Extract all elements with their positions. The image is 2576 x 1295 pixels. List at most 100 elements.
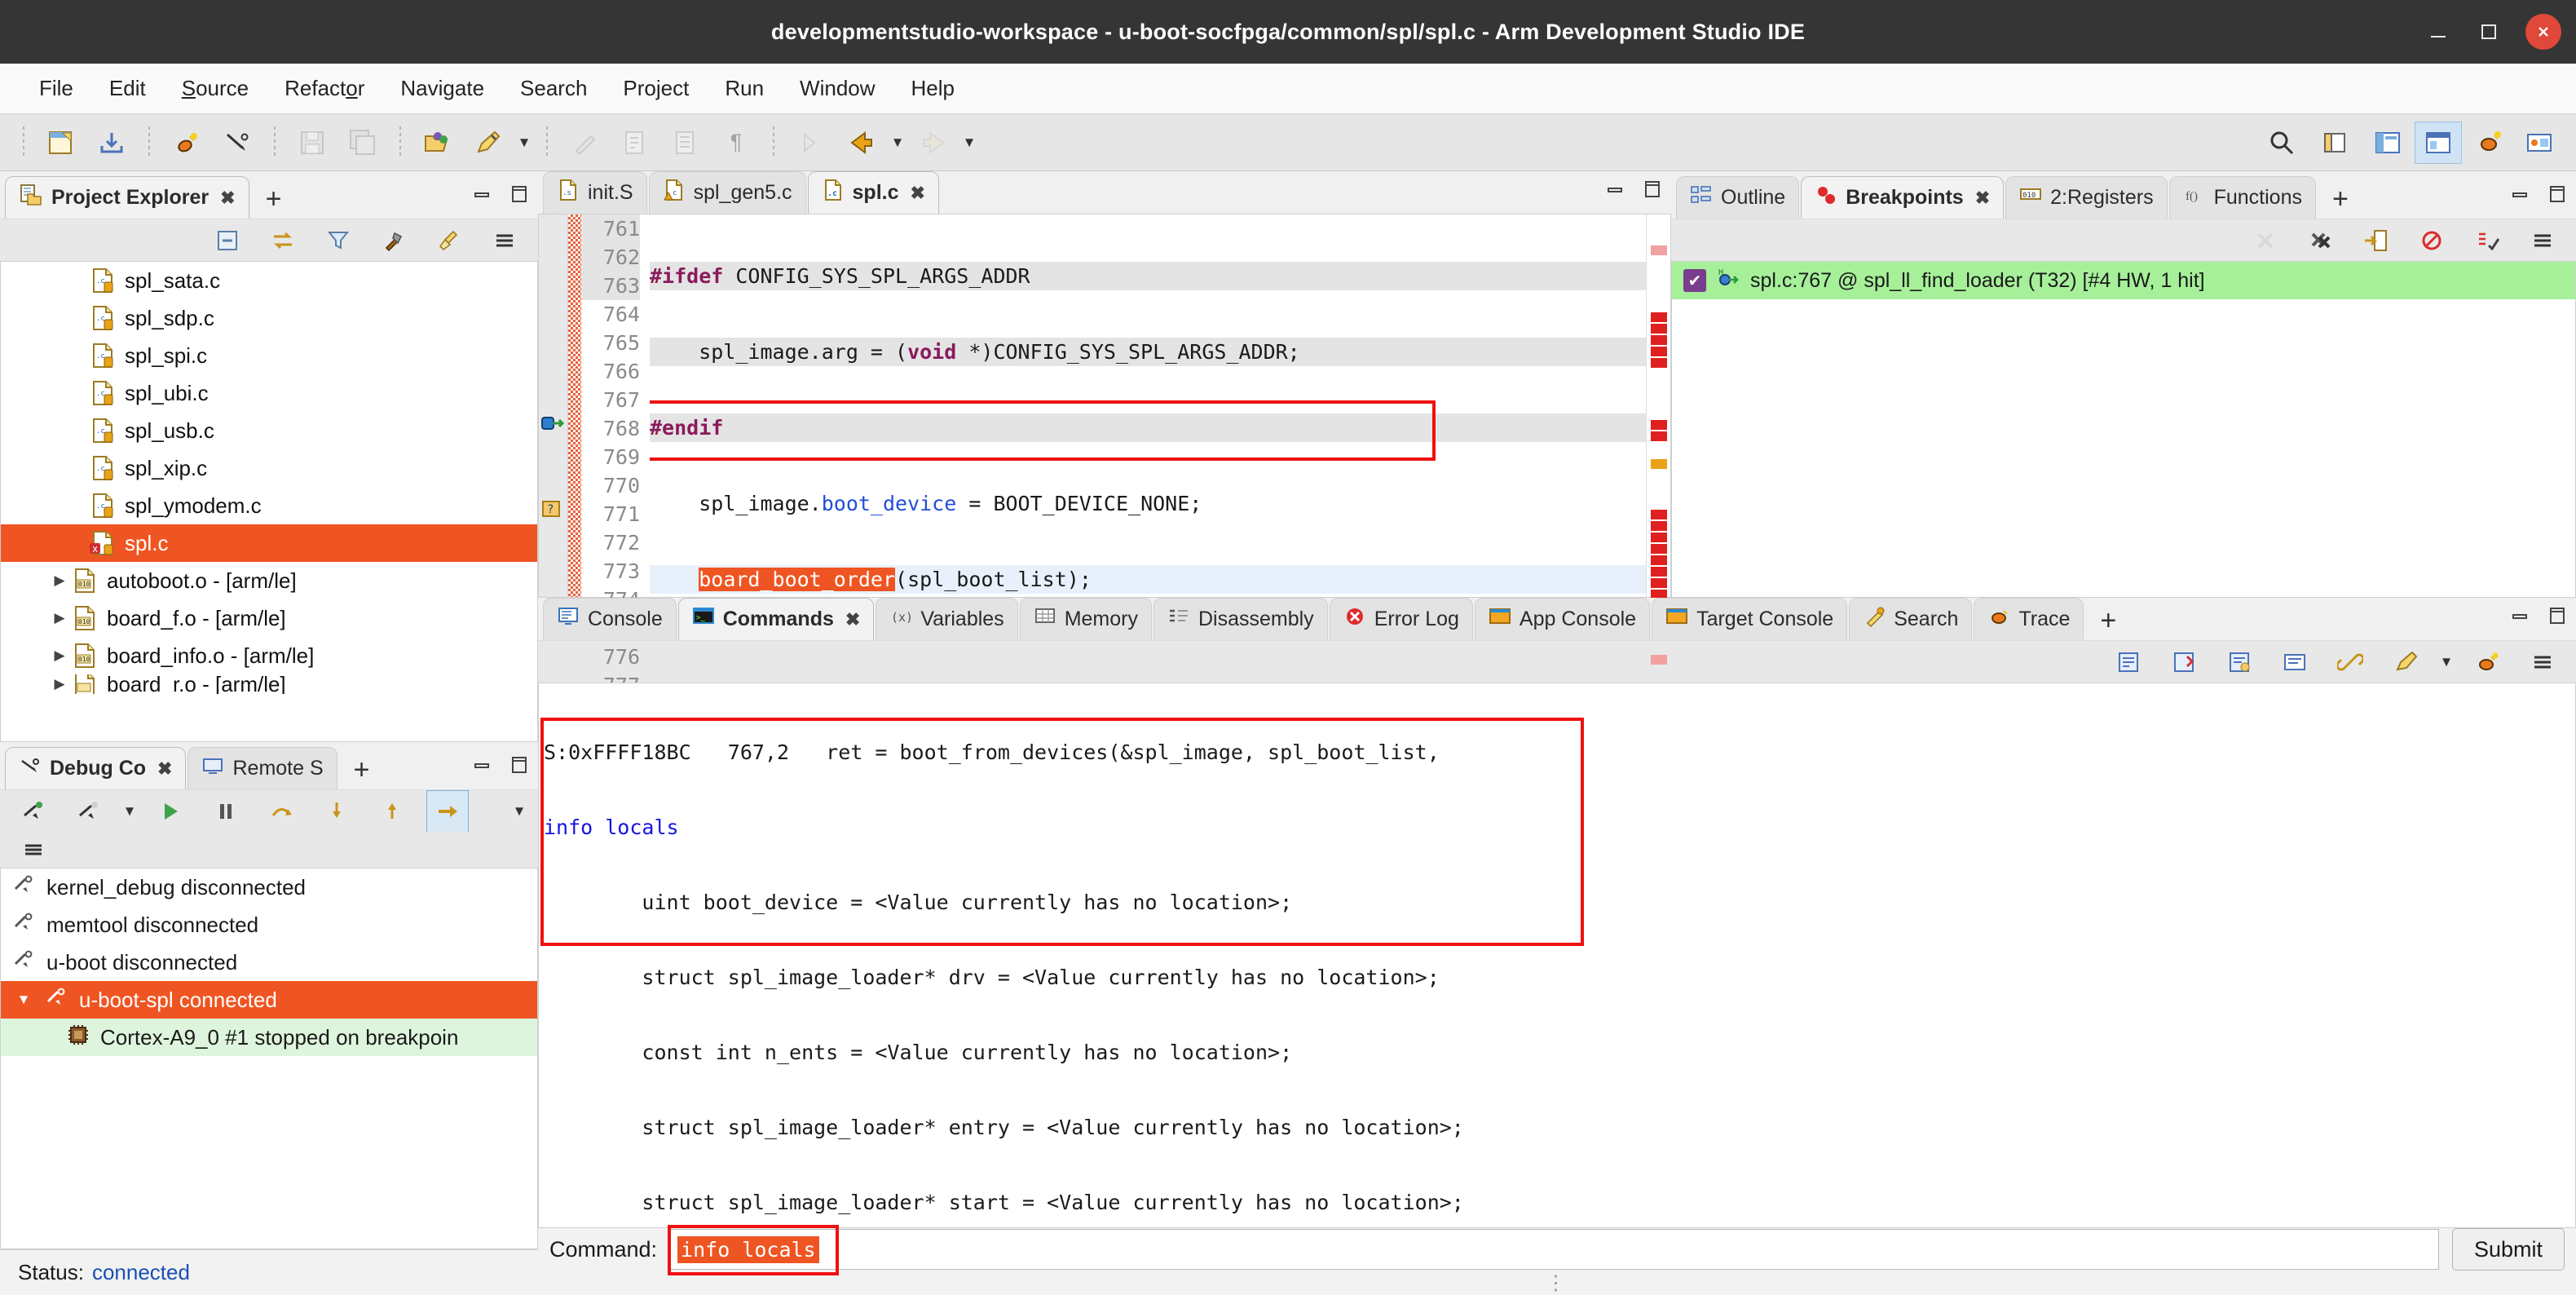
project-explorer-tree[interactable]: .c spl_sata.c .c spl_sdp.c .c spl_spi.c xyxy=(0,261,538,742)
new-file-icon[interactable] xyxy=(40,122,82,164)
search-icon[interactable] xyxy=(2261,122,2303,164)
pause-icon[interactable] xyxy=(205,790,247,833)
commands-output[interactable]: S:0xFFFF18BC 767,2 ret = boot_from_devic… xyxy=(539,683,2575,1227)
view-menu-icon[interactable] xyxy=(483,219,526,262)
tab-search[interactable]: Search xyxy=(1849,598,1973,641)
chevron-right-icon[interactable]: ▶ xyxy=(48,676,71,692)
maximize-icon[interactable] xyxy=(2475,18,2503,46)
debug-item-u-boot-spl[interactable]: ▼ u-boot-spl connected xyxy=(1,981,537,1019)
tab-init-s[interactable]: .s init.S xyxy=(543,171,647,214)
menu-source[interactable]: Source xyxy=(164,71,267,106)
add-view-button[interactable]: + xyxy=(2085,605,2131,640)
step-source-line-icon[interactable] xyxy=(426,789,469,833)
debug-icon[interactable] xyxy=(165,122,208,164)
tab-functions[interactable]: f() Functions xyxy=(2168,176,2316,219)
step-out-icon[interactable] xyxy=(371,790,413,833)
perspective-develop-icon[interactable] xyxy=(2364,122,2411,164)
view-menu-icon[interactable] xyxy=(2521,641,2564,683)
editor-code-text[interactable]: #ifdef CONFIG_SYS_SPL_ARGS_ADDR spl_imag… xyxy=(650,214,1646,597)
perspective-debug-icon[interactable] xyxy=(2465,122,2512,164)
debug-item-memtool[interactable]: memtool disconnected xyxy=(1,906,537,944)
maximize-icon[interactable] xyxy=(1642,179,1663,206)
breakpoint-row[interactable]: ✔ H spl.c:767 @ spl_ll_find_loader (T32)… xyxy=(1672,262,2575,299)
breakpoint-properties-icon[interactable] xyxy=(2466,219,2508,262)
link-icon[interactable] xyxy=(2329,641,2371,683)
debug-item-u-boot[interactable]: u-boot disconnected xyxy=(1,944,537,981)
minimize-icon[interactable] xyxy=(471,754,492,781)
chevron-right-icon[interactable]: ▶ xyxy=(48,572,71,589)
menu-search[interactable]: Search xyxy=(502,71,605,106)
close-icon[interactable]: ✖ xyxy=(911,183,925,204)
step-over-icon[interactable] xyxy=(260,790,302,833)
tree-item-spl-c[interactable]: x spl.c xyxy=(1,524,537,562)
view-menu-icon[interactable] xyxy=(2521,219,2564,262)
tab-registers[interactable]: 010 2:Registers xyxy=(2005,176,2168,219)
build-hammer-icon[interactable] xyxy=(373,219,415,262)
menu-edit[interactable]: Edit xyxy=(91,71,164,106)
marker-icon[interactable] xyxy=(467,122,509,164)
close-icon[interactable] xyxy=(2525,14,2561,50)
tree-item-spl_usb-c[interactable]: .c spl_usb.c xyxy=(1,412,537,449)
tree-item-board_f-o[interactable]: ▶ 010 board_f.o - [arm/le] xyxy=(1,599,537,637)
remove-all-breakpoints-icon[interactable] xyxy=(2300,219,2342,262)
goto-file-icon[interactable] xyxy=(2355,219,2397,262)
tree-item-spl_sdp-c[interactable]: .c spl_sdp.c xyxy=(1,299,537,337)
minimize-icon[interactable] xyxy=(2509,183,2530,210)
debug-sessions-list[interactable]: kernel_debug disconnected memtool discon… xyxy=(0,868,538,1249)
script-icon[interactable] xyxy=(2384,641,2427,683)
filter-icon[interactable] xyxy=(317,219,359,262)
perspective-extra-icon[interactable] xyxy=(2516,122,2563,164)
submit-button[interactable]: Submit xyxy=(2451,1228,2565,1271)
perspective-cpp-icon[interactable] xyxy=(2415,121,2462,164)
tab-console[interactable]: Console xyxy=(543,598,677,641)
command-input[interactable]: info locals xyxy=(668,1225,2439,1275)
show-console-icon[interactable] xyxy=(2274,641,2316,683)
minimize-icon[interactable] xyxy=(1604,179,1625,206)
tab-memory[interactable]: Memory xyxy=(1019,598,1152,641)
connect-target-icon[interactable] xyxy=(12,790,55,833)
tab-debug-control[interactable]: Debug Co ✖ xyxy=(5,747,187,789)
minimize-icon[interactable] xyxy=(2424,18,2452,46)
link-with-editor-icon[interactable] xyxy=(262,219,304,262)
tab-outline[interactable]: Outline xyxy=(1676,176,1800,219)
add-view-button[interactable]: + xyxy=(339,754,385,789)
maximize-icon[interactable] xyxy=(2547,605,2568,632)
chevron-down-icon[interactable]: ▼ xyxy=(12,992,35,1008)
maximize-icon[interactable] xyxy=(2547,183,2568,210)
close-icon[interactable]: ✖ xyxy=(220,188,235,209)
import-icon[interactable] xyxy=(90,122,133,164)
menu-help[interactable]: Help xyxy=(893,71,973,106)
editor-annotation-ruler[interactable]: ? ? xyxy=(539,214,568,631)
menu-file[interactable]: File xyxy=(21,71,91,106)
debug-item-cortex-a9[interactable]: Cortex-A9_0 #1 stopped on breakpoin xyxy=(1,1019,537,1056)
add-view-button[interactable]: + xyxy=(251,183,297,219)
tab-breakpoints[interactable]: Breakpoints ✖ xyxy=(1801,176,2005,219)
menu-run[interactable]: Run xyxy=(707,71,782,106)
disconnect-icon[interactable] xyxy=(68,790,110,833)
tree-item-spl_spi-c[interactable]: .c spl_spi.c xyxy=(1,337,537,374)
close-icon[interactable]: ✖ xyxy=(1975,188,1990,209)
tree-item-spl_sata-c[interactable]: .c spl_sata.c xyxy=(1,262,537,299)
tab-remote-systems[interactable]: Remote S xyxy=(187,747,337,789)
close-icon[interactable]: ✖ xyxy=(157,758,172,780)
collapse-all-icon[interactable] xyxy=(206,219,249,262)
debug-settings-icon[interactable] xyxy=(2466,641,2508,683)
back-dropdown-icon[interactable]: ▼ xyxy=(887,122,908,164)
tab-project-explorer[interactable]: Project Explorer ✖ xyxy=(5,176,249,219)
chevron-right-icon[interactable]: ▶ xyxy=(48,610,71,626)
tab-spl-c[interactable]: .c spl.c ✖ xyxy=(807,171,939,214)
close-icon[interactable]: ✖ xyxy=(845,609,860,630)
clean-icon[interactable] xyxy=(428,219,470,262)
tab-trace[interactable]: Trace xyxy=(1974,598,2084,641)
script-dropdown-icon[interactable]: ▼ xyxy=(2436,641,2457,683)
skip-all-breakpoints-icon[interactable] xyxy=(2411,219,2453,262)
save-log-icon[interactable] xyxy=(2107,641,2150,683)
tree-item-spl_ubi-c[interactable]: .c spl_ubi.c xyxy=(1,374,537,412)
minimize-icon[interactable] xyxy=(2509,605,2530,632)
open-resource-icon[interactable] xyxy=(417,122,459,164)
step-into-icon[interactable] xyxy=(315,790,358,833)
view-menu-icon[interactable] xyxy=(12,829,55,871)
tree-item-spl_xip-c[interactable]: .c spl_xip.c xyxy=(1,449,537,487)
tab-error-log[interactable]: Error Log xyxy=(1329,598,1473,641)
add-view-button[interactable]: + xyxy=(2318,183,2363,219)
